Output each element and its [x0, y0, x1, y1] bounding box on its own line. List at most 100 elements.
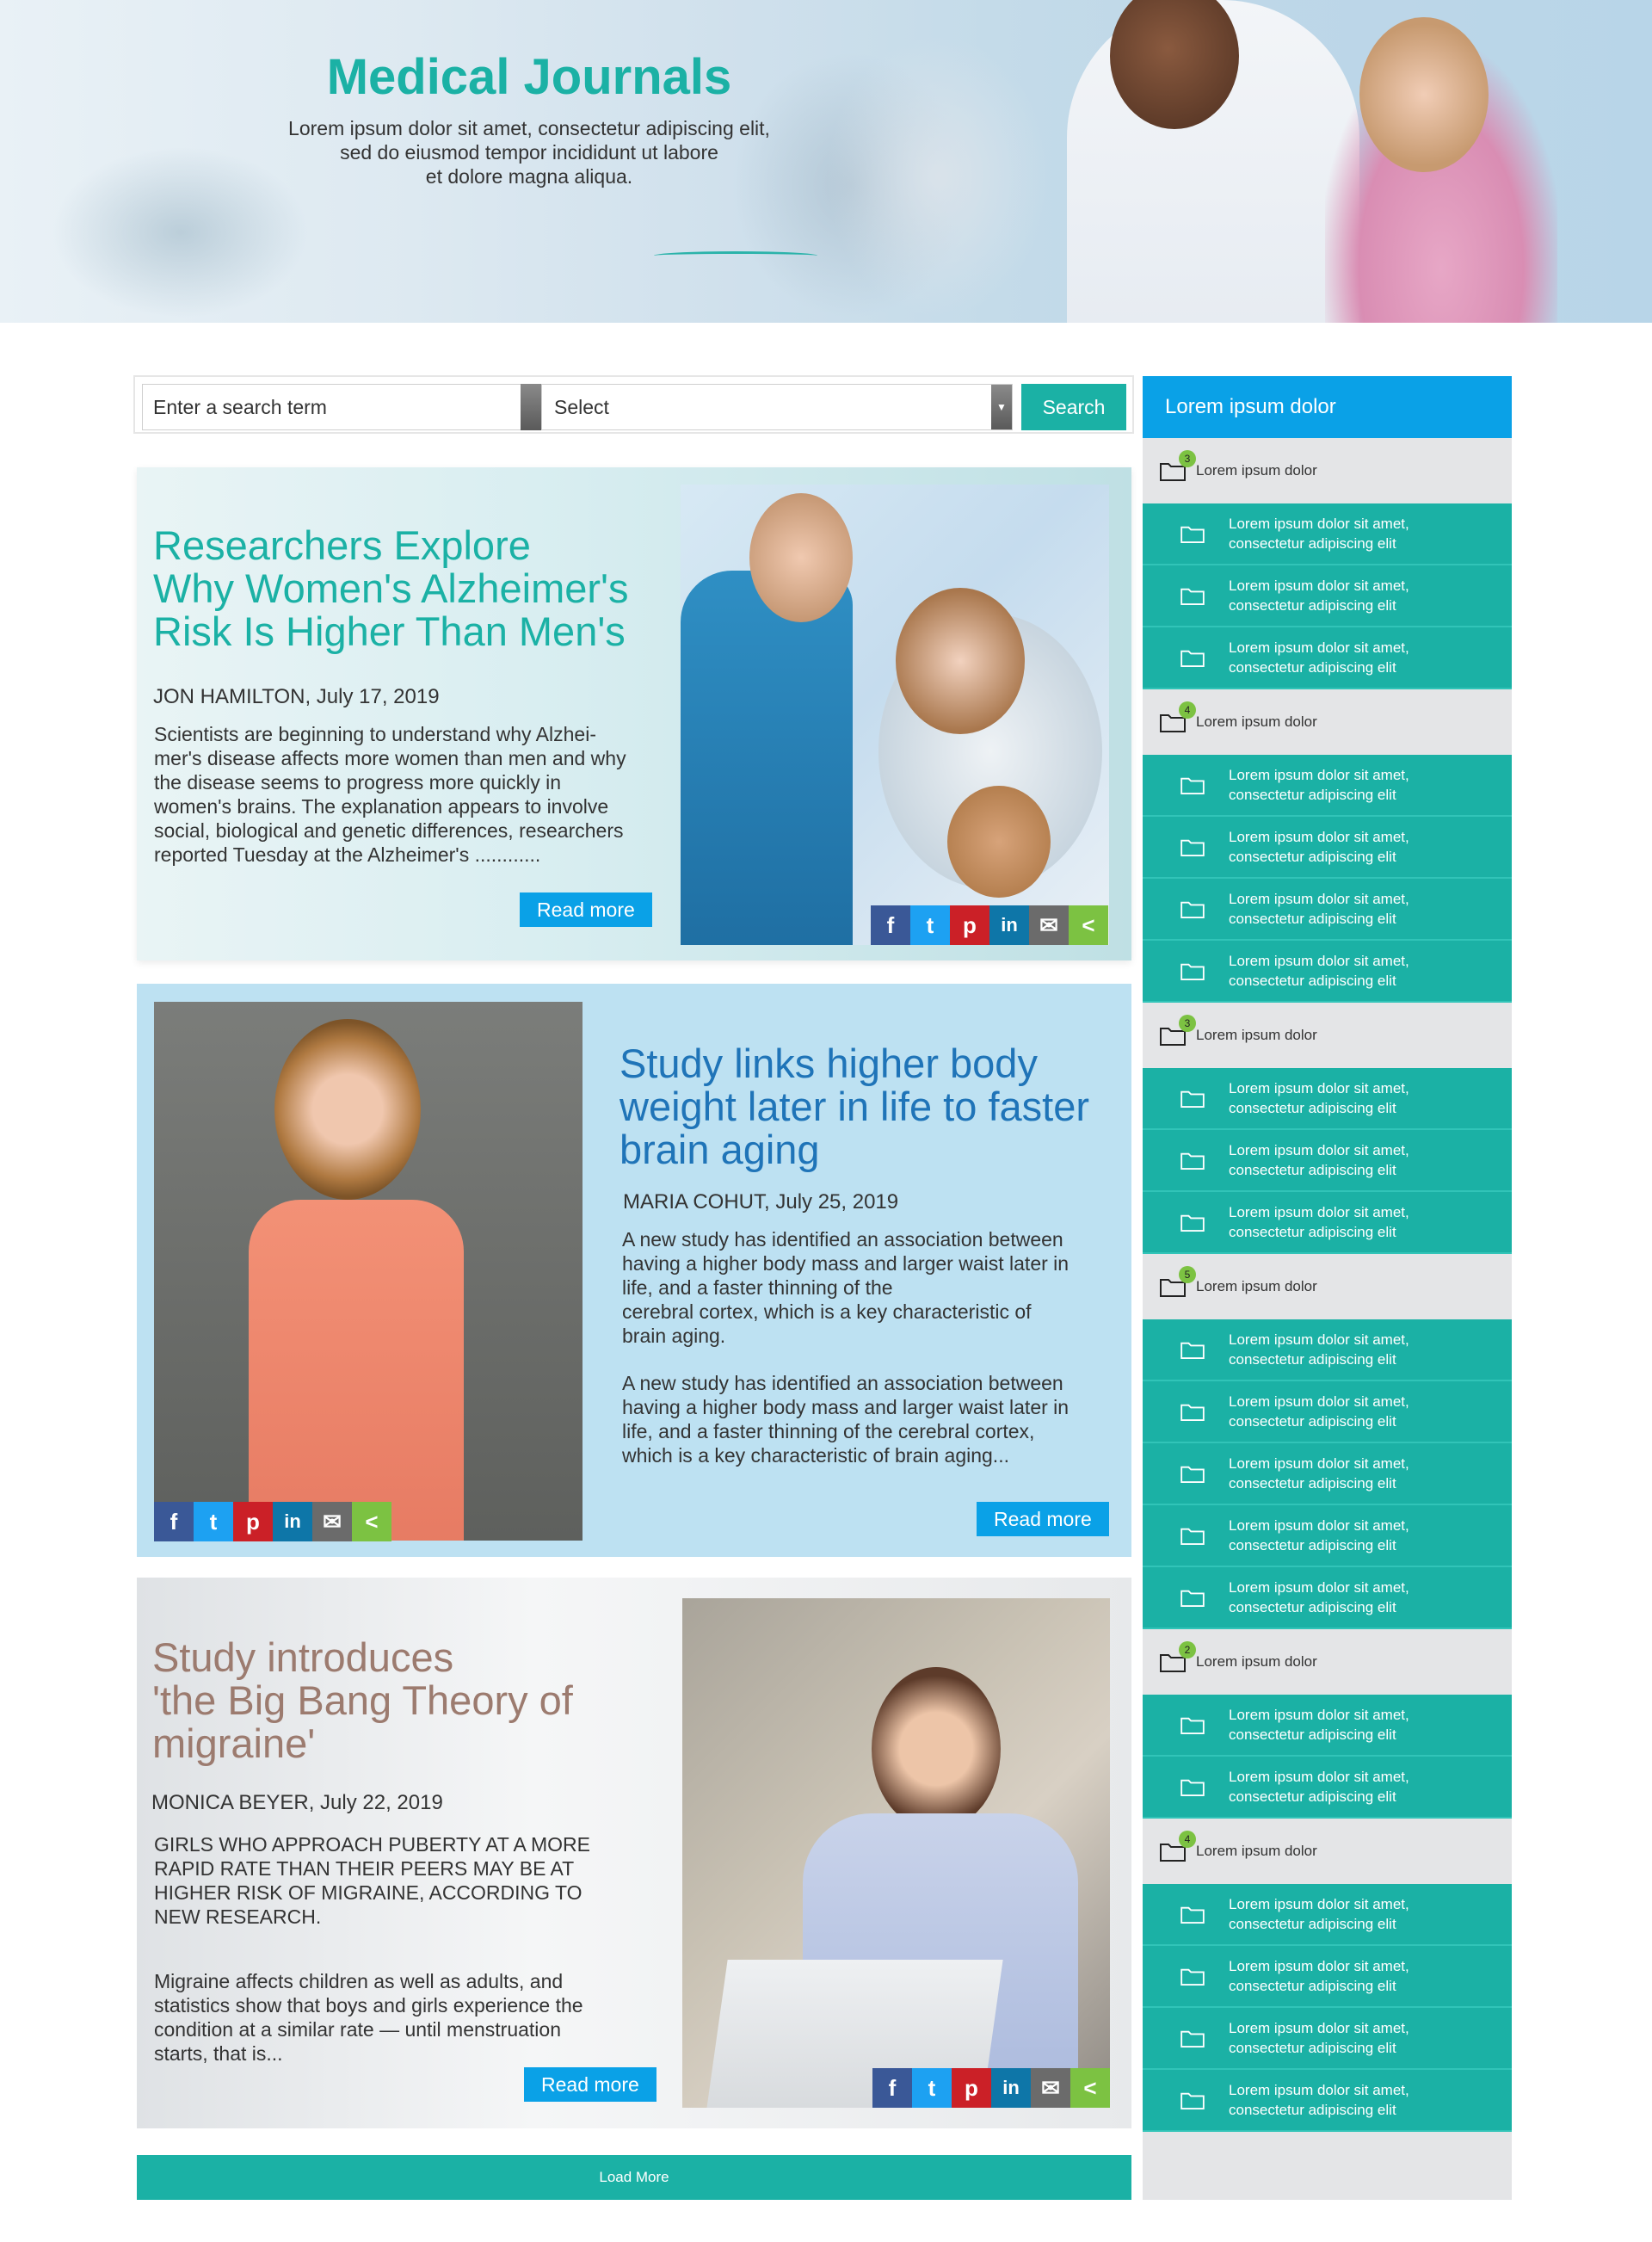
- search-button[interactable]: Search: [1021, 384, 1126, 430]
- sidebar-item[interactable]: Lorem ipsum dolor sit amet, consectetur a…: [1143, 817, 1512, 879]
- photo-woman-dress: [249, 1200, 464, 1541]
- sidebar-item[interactable]: Lorem ipsum dolor sit amet, consectetur a…: [1143, 1884, 1512, 1946]
- share-bar: f t p in ✉ <: [154, 1502, 391, 1541]
- sidebar-item[interactable]: Lorem ipsum dolor sit amet, consectetur a…: [1143, 1757, 1512, 1819]
- sidebar-item[interactable]: Lorem ipsum dolor sit amet, consectetur a…: [1143, 565, 1512, 627]
- load-more-button[interactable]: Load More: [137, 2155, 1131, 2200]
- sidebar-group[interactable]: 5 Lorem ipsum dolor: [1143, 1254, 1512, 1319]
- sidebar-item-label: Lorem ipsum dolor sit amet, consectetur a…: [1229, 889, 1452, 929]
- twitter-icon[interactable]: t: [194, 1502, 233, 1541]
- sidebar-item-label: Lorem ipsum dolor sit amet, consectetur a…: [1229, 1202, 1452, 1242]
- share-icon[interactable]: <: [1069, 905, 1108, 945]
- sidebar-group-label: Lorem ipsum dolor: [1196, 1843, 1317, 1859]
- sidebar-item-line: Lorem ipsum dolor sit amet,: [1229, 1080, 1409, 1096]
- email-icon[interactable]: ✉: [312, 1502, 352, 1541]
- page-title: Medical Journals: [326, 49, 732, 105]
- email-icon[interactable]: ✉: [1031, 2068, 1070, 2108]
- sidebar-item-line: Lorem ipsum dolor sit amet,: [1229, 2082, 1409, 2098]
- email-icon[interactable]: ✉: [1029, 905, 1069, 945]
- article-photo-migraine[interactable]: [682, 1598, 1110, 2108]
- sidebar-item[interactable]: Lorem ipsum dolor sit amet, consectetur a…: [1143, 755, 1512, 817]
- sidebar-item[interactable]: Lorem ipsum dolor sit amet, consectetur a…: [1143, 1192, 1512, 1254]
- excerpt-line: starts, that is...: [154, 2042, 283, 2065]
- facebook-icon[interactable]: f: [872, 2068, 912, 2108]
- sidebar-item[interactable]: Lorem ipsum dolor sit amet, consectetur a…: [1143, 503, 1512, 565]
- article-title-line: brain aging: [620, 1127, 820, 1172]
- sidebar-item[interactable]: Lorem ipsum dolor sit amet, consectetur a…: [1143, 1443, 1512, 1505]
- read-more-button[interactable]: Read more: [977, 1502, 1109, 1536]
- share-icon[interactable]: <: [352, 1502, 391, 1541]
- sidebar-group[interactable]: 4 Lorem ipsum dolor: [1143, 1819, 1512, 1884]
- article-photo-nurse-child[interactable]: [681, 485, 1109, 945]
- sidebar-item[interactable]: Lorem ipsum dolor sit amet, consectetur a…: [1143, 1068, 1512, 1130]
- sidebar-group[interactable]: 3 Lorem ipsum dolor: [1143, 438, 1512, 503]
- category-select-value: Select: [554, 396, 609, 418]
- read-more-button[interactable]: Read more: [524, 2067, 656, 2102]
- folder-icon: [1180, 1151, 1205, 1170]
- facebook-icon[interactable]: f: [154, 1502, 194, 1541]
- folder-icon: [1180, 586, 1205, 605]
- sidebar-item[interactable]: Lorem ipsum dolor sit amet, consectetur a…: [1143, 1946, 1512, 2008]
- article-card: Study introduces 'the Big Bang Theory of…: [137, 1578, 1131, 2128]
- pinterest-icon[interactable]: p: [952, 2068, 991, 2108]
- sidebar-item-line: Lorem ipsum dolor sit amet,: [1229, 577, 1409, 594]
- sidebar-item[interactable]: Lorem ipsum dolor sit amet, consectetur a…: [1143, 879, 1512, 941]
- sidebar-item-line: consectetur adipiscing elit: [1229, 2040, 1396, 2056]
- linkedin-icon[interactable]: in: [273, 1502, 312, 1541]
- sidebar-item[interactable]: Lorem ipsum dolor sit amet, consectetur a…: [1143, 1505, 1512, 1567]
- select-handle[interactable]: [521, 384, 541, 430]
- article-title[interactable]: Study introduces 'the Big Bang Theory of…: [152, 1636, 573, 1765]
- article-photo-woman[interactable]: [154, 1002, 583, 1541]
- sidebar-item[interactable]: Lorem ipsum dolor sit amet, consectetur a…: [1143, 1695, 1512, 1757]
- sidebar-item-line: Lorem ipsum dolor sit amet,: [1229, 1896, 1409, 1912]
- sidebar-item-line: Lorem ipsum dolor sit amet,: [1229, 2020, 1409, 2036]
- sidebar-item[interactable]: Lorem ipsum dolor sit amet, consectetur a…: [1143, 1381, 1512, 1443]
- twitter-icon[interactable]: t: [912, 2068, 952, 2108]
- sidebar-item-line: consectetur adipiscing elit: [1229, 911, 1396, 927]
- folder-icon: [1180, 1715, 1205, 1734]
- folder-icon: [1180, 2091, 1205, 2109]
- share-icon[interactable]: <: [1070, 2068, 1110, 2108]
- twitter-icon[interactable]: t: [910, 905, 950, 945]
- folder-icon: [1180, 648, 1205, 667]
- folder-icon: [1180, 1340, 1205, 1359]
- search-input[interactable]: [142, 384, 525, 430]
- sidebar-item[interactable]: Lorem ipsum dolor sit amet, consectetur a…: [1143, 2008, 1512, 2070]
- folder-icon: [1180, 2029, 1205, 2047]
- article-title[interactable]: Study links higher body weight later in …: [620, 1042, 1089, 1171]
- folder-icon: [1180, 1905, 1205, 1924]
- sidebar-item[interactable]: Lorem ipsum dolor sit amet, consectetur a…: [1143, 1567, 1512, 1629]
- article-title[interactable]: Researchers Explore Why Women's Alzheime…: [153, 524, 629, 653]
- facebook-icon[interactable]: f: [871, 905, 910, 945]
- folder-icon: 2: [1160, 1641, 1196, 1672]
- folder-icon: [1180, 1967, 1205, 1986]
- read-more-button[interactable]: Read more: [520, 892, 652, 927]
- pinterest-icon[interactable]: p: [233, 1502, 273, 1541]
- sidebar-item[interactable]: Lorem ipsum dolor sit amet, consectetur a…: [1143, 1130, 1512, 1192]
- sidebar-item-line: Lorem ipsum dolor sit amet,: [1229, 1455, 1409, 1472]
- folder-icon: [1180, 1464, 1205, 1483]
- sidebar-item-line: consectetur adipiscing elit: [1229, 1413, 1396, 1430]
- sidebar-item-line: consectetur adipiscing elit: [1229, 535, 1396, 552]
- sidebar-item[interactable]: Lorem ipsum dolor sit amet, consectetur a…: [1143, 1319, 1512, 1381]
- sidebar-item-label: Lorem ipsum dolor sit amet, consectetur a…: [1229, 1894, 1452, 1934]
- pinterest-icon[interactable]: p: [950, 905, 989, 945]
- category-select[interactable]: Select ▼: [541, 384, 1013, 430]
- sidebar-item[interactable]: Lorem ipsum dolor sit amet, consectetur a…: [1143, 627, 1512, 689]
- sidebar-group[interactable]: 2 Lorem ipsum dolor: [1143, 1629, 1512, 1695]
- excerpt-line: cerebral cortex, which is a key characte…: [622, 1300, 1032, 1323]
- sidebar-item-line: Lorem ipsum dolor sit amet,: [1229, 1142, 1409, 1158]
- sidebar-group[interactable]: 4 Lorem ipsum dolor: [1143, 689, 1512, 755]
- sidebar-item-line: consectetur adipiscing elit: [1229, 659, 1396, 676]
- folder-icon: 3: [1160, 450, 1196, 481]
- sidebar-item-line: consectetur adipiscing elit: [1229, 597, 1396, 614]
- sidebar-item[interactable]: Lorem ipsum dolor sit amet, consectetur a…: [1143, 2070, 1512, 2132]
- sidebar-group[interactable]: 3 Lorem ipsum dolor: [1143, 1003, 1512, 1068]
- chevron-down-icon[interactable]: ▼: [991, 385, 1012, 429]
- sidebar-item[interactable]: Lorem ipsum dolor sit amet, consectetur a…: [1143, 941, 1512, 1003]
- linkedin-icon[interactable]: in: [991, 2068, 1031, 2108]
- sidebar-item-line: Lorem ipsum dolor sit amet,: [1229, 891, 1409, 907]
- photo-nurse-head: [749, 493, 853, 622]
- linkedin-icon[interactable]: in: [989, 905, 1029, 945]
- sidebar-group-label: Lorem ipsum dolor: [1196, 1653, 1317, 1670]
